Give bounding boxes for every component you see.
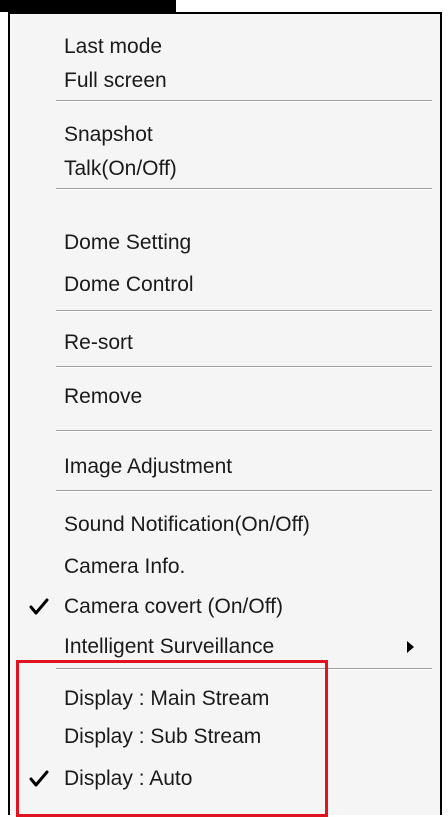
menu-item-re-sort[interactable]: Re-sort bbox=[10, 326, 440, 360]
menu-item-label: Dome Control bbox=[64, 273, 194, 296]
menu-separator bbox=[56, 490, 432, 492]
menu-separator bbox=[56, 366, 432, 368]
menu-item-label: Dome Setting bbox=[64, 231, 192, 254]
menu-item-snapshot[interactable]: Snapshot bbox=[10, 118, 440, 152]
menu-item-label: Image Adjustment bbox=[64, 455, 233, 478]
menu-item-camera-covert[interactable]: Camera covert (On/Off) bbox=[10, 590, 440, 624]
menu-item-label: Snapshot bbox=[64, 123, 153, 146]
menu-item-label: Sound Notification(On/Off) bbox=[64, 513, 310, 536]
menu-item-dome-setting[interactable]: Dome Setting bbox=[10, 226, 440, 260]
menu-item-label: Camera covert (On/Off) bbox=[64, 595, 284, 618]
menu-item-label: Remove bbox=[64, 385, 143, 408]
menu-item-label: Re-sort bbox=[64, 331, 133, 354]
submenu-arrow-icon bbox=[407, 641, 414, 653]
window-title-bar bbox=[0, 0, 176, 12]
menu-item-sound-notification[interactable]: Sound Notification(On/Off) bbox=[10, 508, 440, 542]
menu-separator bbox=[56, 188, 432, 190]
menu-item-camera-info[interactable]: Camera Info. bbox=[10, 550, 440, 584]
menu-item-remove[interactable]: Remove bbox=[10, 380, 440, 414]
menu-item-dome-control[interactable]: Dome Control bbox=[10, 268, 440, 302]
menu-item-label: Last mode bbox=[64, 35, 163, 58]
menu-separator bbox=[56, 310, 432, 312]
menu-item-label: Camera Info. bbox=[64, 555, 186, 578]
checkmark-icon bbox=[29, 598, 49, 615]
menu-item-label: Full screen bbox=[64, 69, 167, 92]
menu-separator bbox=[56, 100, 432, 102]
menu-item-intelligent-surveillance[interactable]: Intelligent Surveillance bbox=[10, 630, 440, 664]
menu-separator bbox=[56, 430, 432, 432]
menu-item-full-screen[interactable]: Full screen bbox=[10, 64, 440, 98]
menu-item-talk[interactable]: Talk(On/Off) bbox=[10, 152, 440, 186]
menu-item-image-adjustment[interactable]: Image Adjustment bbox=[10, 450, 440, 484]
menu-item-label: Intelligent Surveillance bbox=[64, 635, 275, 658]
highlight-box bbox=[16, 660, 328, 817]
menu-item-label: Talk(On/Off) bbox=[64, 157, 177, 180]
context-menu: Last mode Full screen Snapshot Talk(On/O… bbox=[8, 12, 442, 817]
menu-item-last-mode[interactable]: Last mode bbox=[10, 30, 440, 64]
